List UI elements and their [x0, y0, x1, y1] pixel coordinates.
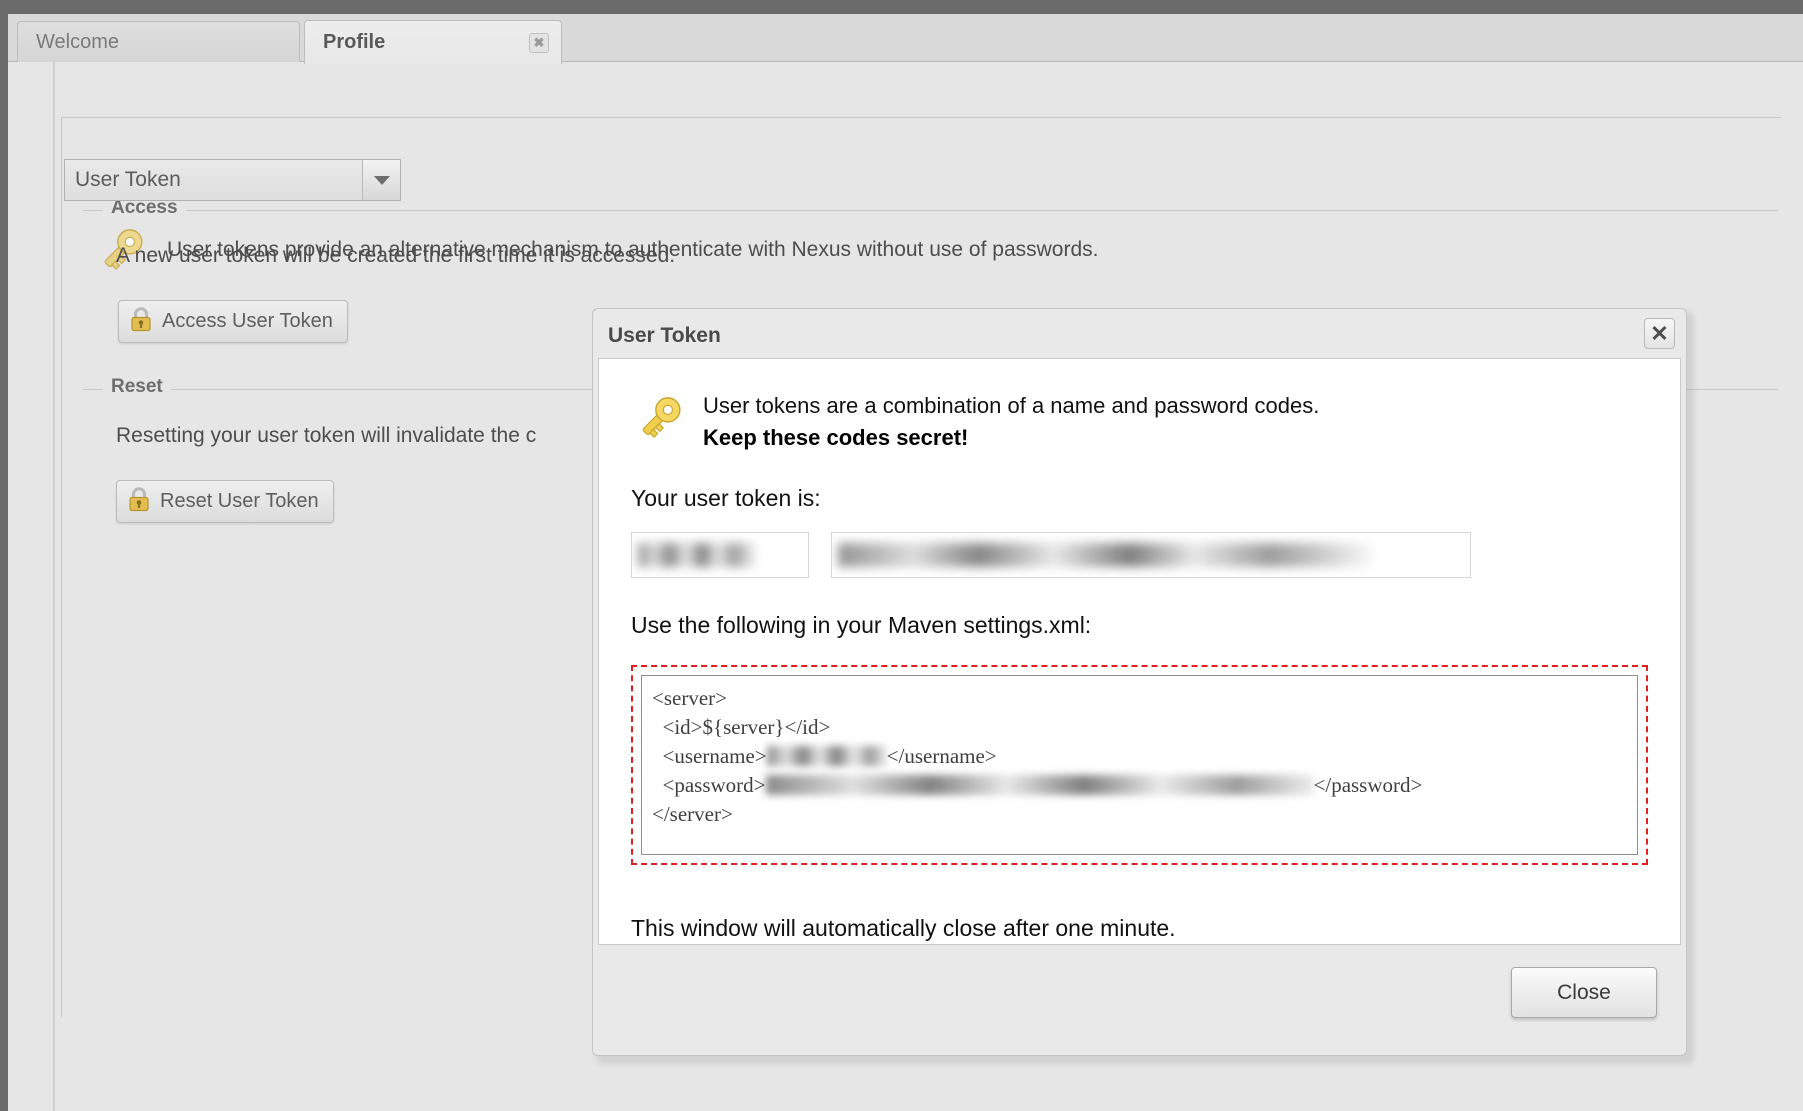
redacted-username [766, 745, 887, 766]
redacted-password [765, 774, 1314, 795]
tab-welcome[interactable]: Welcome [17, 21, 300, 63]
user-token-dialog: User Token ✕ User tokens are a combinati… [592, 308, 1687, 1056]
reset-user-token-button[interactable]: Reset User Token [116, 480, 334, 523]
code-line-4-post: </password> [1313, 772, 1423, 797]
key-icon [631, 389, 687, 445]
section-selector-value: User Token [75, 168, 181, 191]
code-line-3: <username> </username> [652, 742, 1627, 771]
dialog-body: User tokens are a combination of a name … [598, 358, 1681, 945]
dialog-intro-text: User tokens are a combination of a name … [703, 389, 1319, 451]
close-icon[interactable]: ✕ [1644, 318, 1675, 349]
window-chrome-left [0, 0, 8, 1111]
code-line-4-pre: <password> [652, 772, 766, 797]
lock-icon [129, 306, 153, 338]
dialog-title-bar: User Token ✕ [598, 314, 1681, 358]
maven-settings-code[interactable]: <server> <id>${server}</id> <username> </… [641, 675, 1638, 855]
code-line-4: <password> </password> [652, 771, 1627, 800]
code-line-1: <server> [652, 686, 727, 710]
access-user-token-label: Access User Token [162, 310, 333, 332]
app-root: Welcome Profile ✖ User Token User tokens… [0, 0, 1803, 1111]
maven-settings-highlight: <server> <id>${server}</id> <username> </… [631, 665, 1648, 865]
access-user-token-button[interactable]: Access User Token [118, 300, 348, 343]
tab-welcome-label: Welcome [36, 31, 119, 53]
tab-bar: Welcome Profile ✖ [8, 14, 1803, 64]
token-password-code-field[interactable] [831, 532, 1471, 578]
dialog-footer: Close [598, 945, 1681, 1041]
settings-label: Use the following in your Maven settings… [631, 612, 1092, 638]
section-selector[interactable]: User Token [64, 159, 401, 201]
dialog-title: User Token [608, 324, 721, 347]
tab-profile[interactable]: Profile ✖ [304, 20, 562, 64]
code-line-3-pre: <username> [652, 743, 767, 768]
dialog-intro: User tokens are a combination of a name … [631, 389, 1648, 451]
redacted-value [638, 543, 758, 567]
token-name-code-field[interactable] [631, 532, 809, 578]
redacted-value [838, 543, 1378, 567]
dialog-note: This window will automatically close aft… [631, 915, 1176, 941]
close-button-label: Close [1557, 980, 1611, 1004]
close-icon[interactable]: ✖ [529, 33, 549, 53]
code-line-3-post: </username> [886, 743, 997, 768]
dialog-intro-line1: User tokens are a combination of a name … [703, 393, 1320, 418]
sidebar-divider [53, 62, 55, 1111]
chevron-down-icon[interactable] [362, 160, 400, 200]
token-label: Your user token is: [631, 485, 821, 511]
dialog-intro-line2: Keep these codes secret! [703, 425, 969, 450]
tab-profile-label: Profile [323, 31, 386, 53]
code-line-2: <id>${server}</id> [652, 714, 831, 739]
reset-user-token-label: Reset User Token [160, 490, 319, 512]
token-fields [631, 532, 1648, 578]
close-button[interactable]: Close [1511, 967, 1657, 1018]
reset-description: Resetting your user token will invalidat… [116, 424, 537, 447]
code-line-5: </server> [652, 801, 733, 826]
window-chrome-top [0, 0, 1803, 14]
reset-group-legend: Reset [103, 376, 171, 398]
lock-icon [127, 486, 151, 518]
access-description: A new user token will be created the fir… [116, 244, 676, 267]
